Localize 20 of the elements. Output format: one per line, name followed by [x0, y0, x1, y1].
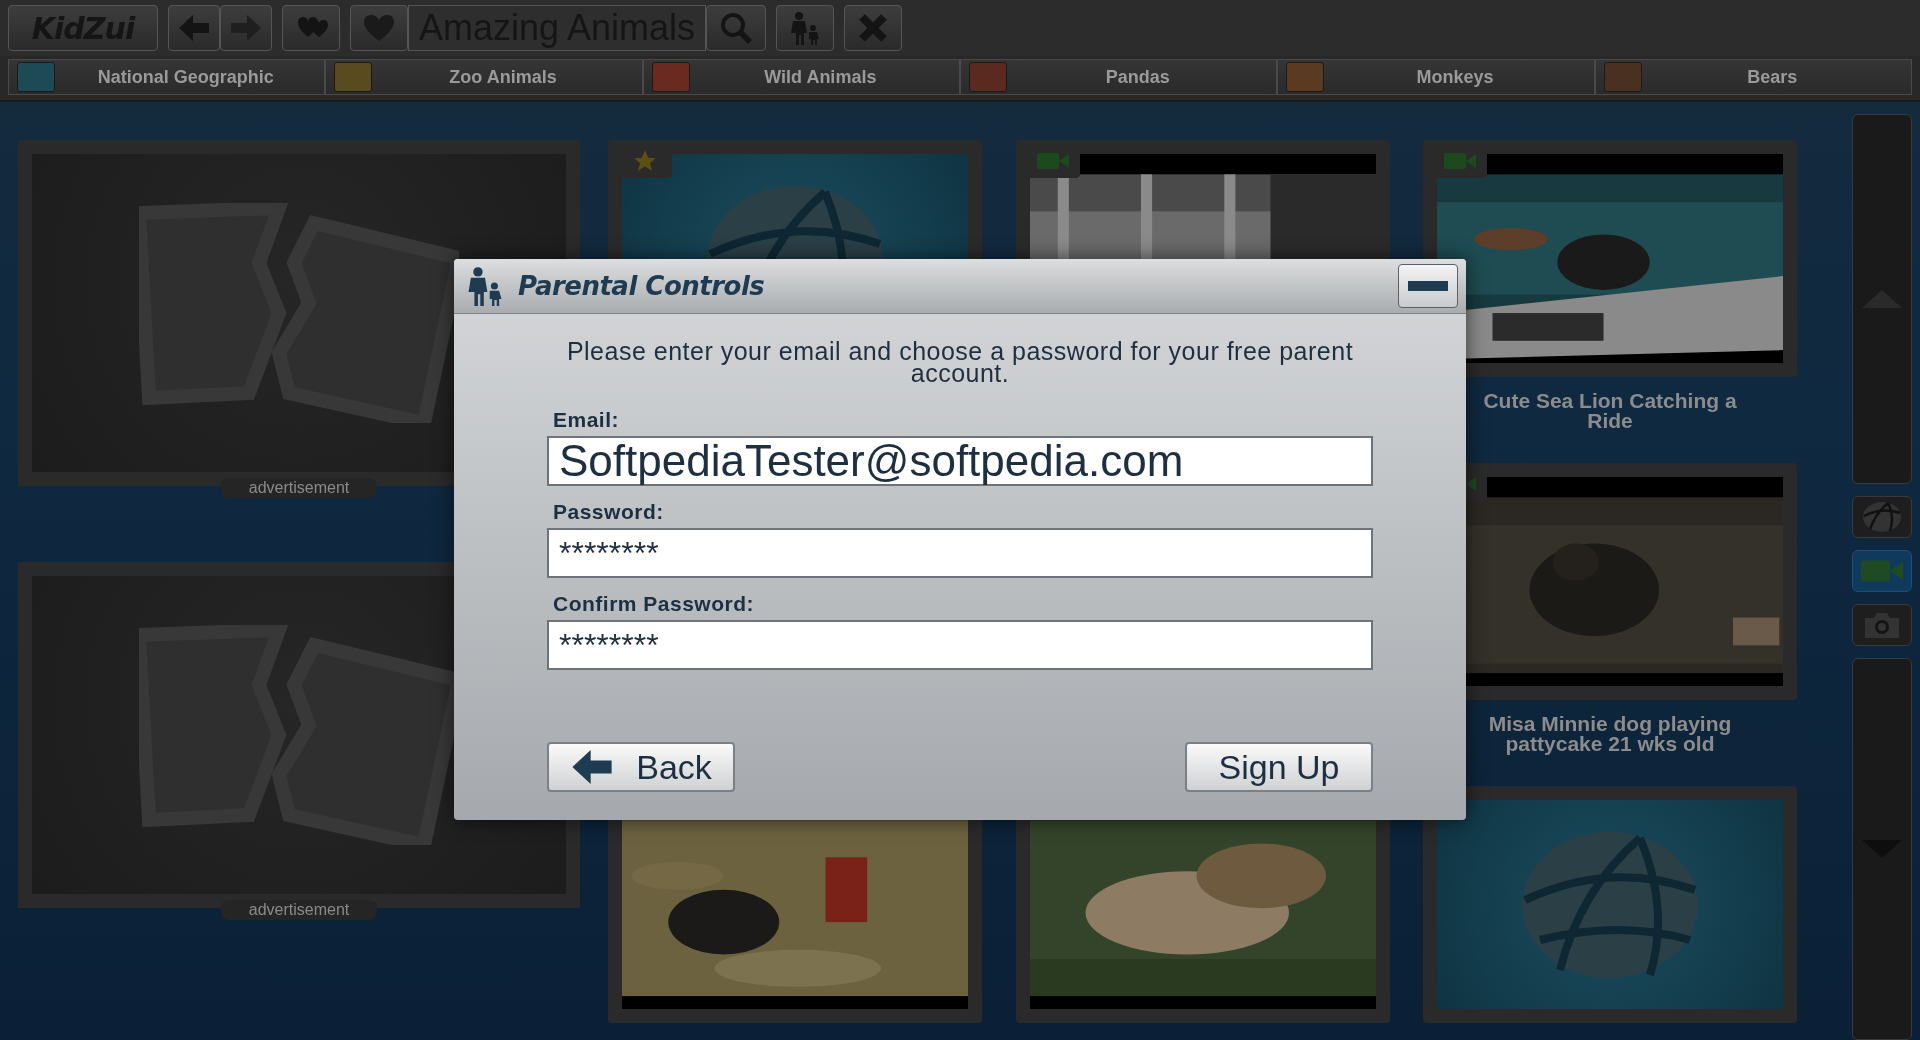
- video-title: Cute Sea Lion Catching a Ride: [1482, 391, 1738, 431]
- field-label: Confirm Password:: [553, 592, 756, 616]
- video-title: Misa Minnie dog playing pattycake 21 wks old: [1487, 714, 1733, 754]
- category-tab[interactable]: Wild Animals: [642, 59, 960, 95]
- back-button[interactable]: Back: [547, 742, 735, 792]
- ad-label: advertisement: [220, 478, 378, 498]
- field-label: Email:: [553, 408, 621, 432]
- email-field[interactable]: SoftpediaTester@softpedia.com: [547, 436, 1373, 486]
- instruction-text: Please enter your email and choose a password for your free parent account.: [565, 340, 1355, 384]
- password-field[interactable]: ********: [547, 528, 1373, 578]
- category-tab[interactable]: National Geographic: [8, 59, 326, 95]
- category-tab[interactable]: Monkeys: [1277, 59, 1595, 95]
- category-tab[interactable]: Zoo Animals: [325, 59, 643, 95]
- ad-label: advertisement: [220, 900, 378, 920]
- category-tab[interactable]: Bears: [1594, 59, 1912, 95]
- dialog-title: Parental Controls: [518, 271, 766, 301]
- password-field[interactable]: ********: [547, 620, 1373, 670]
- category-tab[interactable]: Pandas: [960, 59, 1278, 95]
- sign-up-button[interactable]: Sign Up: [1185, 742, 1373, 792]
- field-label: Password:: [553, 500, 665, 524]
